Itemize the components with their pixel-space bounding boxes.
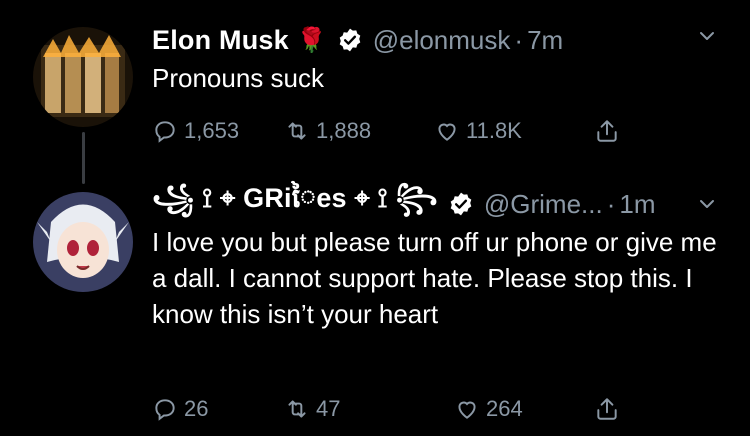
retweet-button[interactable]: 1,888 [284, 118, 434, 144]
reply-count: 26 [184, 396, 209, 421]
like-button[interactable]: 11.8K [434, 118, 594, 144]
author-name[interactable]: Elon Musk [152, 25, 289, 56]
retweet-icon [288, 122, 306, 140]
like-count: 264 [486, 396, 523, 421]
share-button[interactable] [594, 396, 626, 422]
avatar-elon[interactable] [33, 27, 133, 127]
retweet-button[interactable]: 47 [284, 396, 454, 422]
retweet-count: 47 [316, 396, 341, 421]
reply-count: 1,653 [184, 118, 240, 143]
separator-2: · [606, 188, 616, 219]
like-button[interactable]: 264 [454, 396, 594, 422]
author-handle-2[interactable]: @Grime... [484, 189, 603, 220]
retweet-icon [288, 400, 306, 418]
reply-button[interactable]: 26 [152, 396, 284, 422]
like-icon [458, 401, 476, 419]
chevron-down-icon[interactable] [699, 28, 715, 44]
tweet-header-2: ꧁ ⟟ ⌖ GRiៃes ⌖ ⟟ ꧂ @Grime... · 1m [152, 183, 656, 224]
tweet-text: Pronouns suck [152, 63, 324, 93]
like-count: 11.8K [466, 118, 522, 143]
tweet-elon[interactable]: Elon Musk 🌹 @elonmusk · 7m Pronouns suck… [0, 0, 750, 184]
avatar-grimes[interactable] [33, 192, 133, 292]
like-icon [438, 123, 456, 141]
share-icon [597, 398, 617, 420]
timestamp[interactable]: 7m [527, 25, 563, 56]
timestamp-2[interactable]: 1m [619, 189, 655, 220]
separator: · [514, 24, 524, 55]
tweet-header: Elon Musk 🌹 @elonmusk · 7m [152, 20, 563, 60]
verified-badge-icon [339, 28, 361, 52]
share-icon [597, 120, 617, 142]
tweet-actions-2: 26 47 264 [152, 392, 626, 426]
reply-icon [155, 121, 175, 143]
reply-icon [155, 399, 175, 421]
reply-button[interactable]: 1,653 [152, 118, 284, 144]
thread-connector [82, 132, 85, 184]
share-button[interactable] [594, 118, 626, 144]
author-handle[interactable]: @elonmusk [373, 25, 511, 56]
retweet-count: 1,888 [316, 118, 372, 143]
tweet-actions: 1,653 1,888 11.8K [152, 114, 626, 148]
chevron-down-icon[interactable] [699, 196, 715, 212]
tweet-text-2: I love you but please turn off ur phone … [152, 227, 717, 329]
verified-badge-icon [450, 192, 472, 216]
rose-emoji: 🌹 [296, 26, 327, 54]
